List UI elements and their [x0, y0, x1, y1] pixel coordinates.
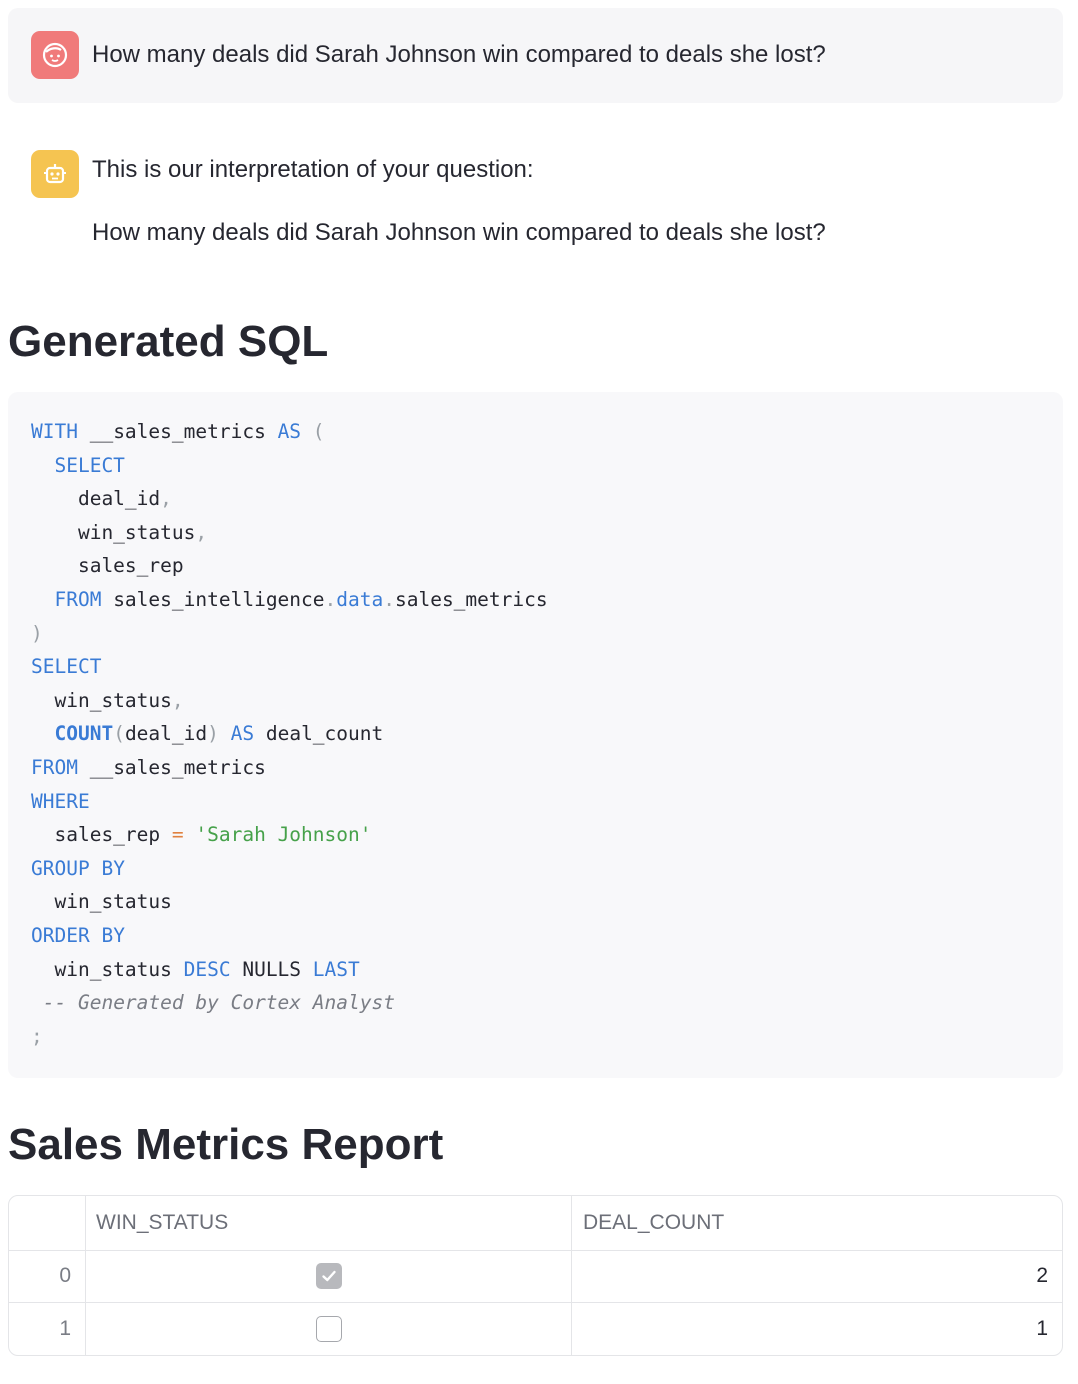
win-status-cell[interactable]: [86, 1250, 572, 1302]
code-line: win_status,: [31, 520, 208, 544]
column-divider: [571, 1303, 572, 1355]
column-header-win-status[interactable]: WIN_STATUS: [96, 1196, 228, 1250]
assistant-intro-text: This is our interpretation of your quest…: [92, 156, 534, 183]
code-line: SELECT: [54, 453, 125, 477]
code-line: ORDER BY: [31, 924, 125, 947]
assistant-message: This is our interpretation of your quest…: [8, 135, 1063, 265]
code-line: win_status: [31, 890, 172, 914]
deal-count-cell[interactable]: 2: [572, 1250, 1062, 1302]
column-divider: [571, 1196, 572, 1250]
code-line: WITH __sales_metrics AS (: [31, 420, 325, 443]
generated-sql-heading: Generated SQL: [8, 317, 329, 366]
row-index: 0: [59, 1264, 71, 1287]
code-line: sales_rep = 'Sarah Johnson': [31, 823, 372, 847]
checkmark-icon: [322, 1270, 336, 1282]
column-divider: [85, 1250, 86, 1302]
win-status-cell[interactable]: [86, 1303, 572, 1355]
code-line: sales_rep: [31, 554, 184, 578]
code-line: GROUP BY: [31, 856, 125, 880]
column-divider: [571, 1250, 572, 1302]
code-line: deal_id,: [31, 487, 172, 511]
assistant-interpretation-text: How many deals did Sarah Johnson win com…: [92, 219, 826, 246]
deal-count-cell[interactable]: 1: [572, 1303, 1062, 1355]
table-row[interactable]: 0 2: [9, 1250, 1062, 1303]
code-line: ;: [31, 1024, 43, 1048]
table-row[interactable]: 1 1: [9, 1303, 1062, 1355]
code-line: FROM sales_intelligence.data.sales_metri…: [54, 588, 548, 611]
code-line: ): [31, 621, 43, 645]
row-index: 1: [59, 1317, 71, 1340]
code-line: SELECT: [31, 655, 102, 679]
user-message: How many deals did Sarah Johnson win com…: [8, 8, 1063, 103]
robot-icon: [44, 164, 66, 184]
report-heading: Sales Metrics Report: [8, 1120, 444, 1169]
code-line: win_status DESC NULLS LAST: [31, 957, 360, 981]
column-divider: [85, 1303, 86, 1355]
unchecked-checkbox[interactable]: [316, 1316, 342, 1342]
code-line: FROM __sales_metrics: [31, 756, 266, 779]
sql-code-block[interactable]: WITH __sales_metrics AS ( SELECT deal_id…: [8, 392, 1063, 1078]
checked-checkbox[interactable]: [316, 1263, 342, 1289]
results-table[interactable]: WIN_STATUS DEAL_COUNT 0 2 1 1: [8, 1195, 1063, 1356]
table-header: WIN_STATUS DEAL_COUNT: [9, 1196, 1062, 1251]
user-avatar: [31, 31, 79, 79]
code-line: win_status,: [31, 688, 184, 712]
face-icon: [42, 42, 68, 68]
user-message-text: How many deals did Sarah Johnson win com…: [92, 41, 826, 68]
code-line: WHERE: [31, 789, 90, 813]
column-divider: [85, 1196, 86, 1250]
column-header-deal-count[interactable]: DEAL_COUNT: [583, 1196, 724, 1250]
code-line: -- Generated by Cortex Analyst: [42, 991, 395, 1015]
code-line: COUNT(deal_id) AS deal_count: [54, 722, 384, 746]
assistant-avatar: [31, 150, 79, 198]
